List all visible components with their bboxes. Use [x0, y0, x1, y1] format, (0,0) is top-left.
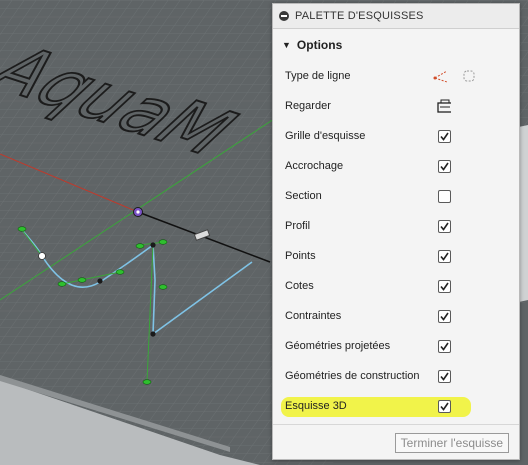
projected-geometry-checkbox[interactable] — [437, 339, 451, 353]
option-row-construction-geometry: Géométries de construction — [273, 361, 519, 391]
palette-footer: Terminer l'esquisse — [273, 424, 519, 459]
expand-triangle-icon[interactable]: ▼ — [282, 40, 291, 50]
option-label: Section — [285, 190, 322, 202]
snap-checkbox[interactable] — [437, 159, 451, 173]
spline-endpoint[interactable] — [38, 252, 46, 260]
option-label: Type de ligne — [285, 70, 351, 82]
option-row-3d-sketch: Esquisse 3D — [273, 391, 519, 421]
options-list: Type de ligne Regarder Grille d'esquisse… — [273, 61, 519, 421]
sketch-palette: PALETTE D'ESQUISSES ▼ Options Type de li… — [272, 3, 520, 460]
sketch-grid-checkbox[interactable] — [437, 129, 451, 143]
construction-geometry-checkbox[interactable] — [437, 369, 451, 383]
points-checkbox[interactable] — [437, 249, 451, 263]
collapse-icon[interactable] — [279, 11, 289, 21]
option-row-line-type: Type de ligne — [273, 61, 519, 91]
dimensions-checkbox[interactable] — [437, 279, 451, 293]
centerline-icon[interactable] — [461, 68, 477, 84]
option-label: Esquisse 3D — [285, 400, 347, 412]
constraints-checkbox[interactable] — [437, 309, 451, 323]
option-label: Profil — [285, 220, 311, 232]
option-label: Contraintes — [285, 310, 342, 322]
option-label: Grille d'esquisse — [285, 130, 366, 142]
spline-point[interactable] — [150, 242, 156, 248]
option-row-snap: Accrochage — [273, 151, 519, 181]
options-section-header[interactable]: ▼ Options — [273, 29, 519, 61]
option-row-section: Section — [273, 181, 519, 211]
profile-checkbox[interactable] — [437, 219, 451, 233]
look-at-icon[interactable] — [437, 99, 451, 113]
finish-sketch-button[interactable]: Terminer l'esquisse — [394, 433, 509, 453]
option-row-points: Points — [273, 241, 519, 271]
option-label: Accrochage — [285, 160, 344, 172]
option-row-look-at: Regarder — [273, 91, 519, 121]
option-row-dimensions: Cotes — [273, 271, 519, 301]
section-checkbox[interactable] — [437, 189, 451, 203]
3d-sketch-checkbox[interactable] — [437, 399, 451, 413]
option-label: Géométries de construction — [285, 370, 420, 382]
option-label: Cotes — [285, 280, 314, 292]
option-label: Points — [285, 250, 316, 262]
spline-point[interactable] — [150, 331, 156, 337]
option-row-profile: Profil — [273, 211, 519, 241]
option-label: Regarder — [285, 100, 331, 112]
options-label: Options — [296, 38, 343, 52]
line-type-icons — [433, 68, 477, 84]
construction-line-icon[interactable] — [433, 68, 449, 84]
palette-header[interactable]: PALETTE D'ESQUISSES — [273, 4, 519, 29]
option-row-constraints: Contraintes — [273, 301, 519, 331]
palette-title: PALETTE D'ESQUISSES — [295, 10, 424, 22]
spline-point[interactable] — [97, 278, 103, 284]
option-label: Géométries projetées — [285, 340, 391, 352]
option-row-projected-geometry: Géométries projetées — [273, 331, 519, 361]
option-row-sketch-grid: Grille d'esquisse — [273, 121, 519, 151]
